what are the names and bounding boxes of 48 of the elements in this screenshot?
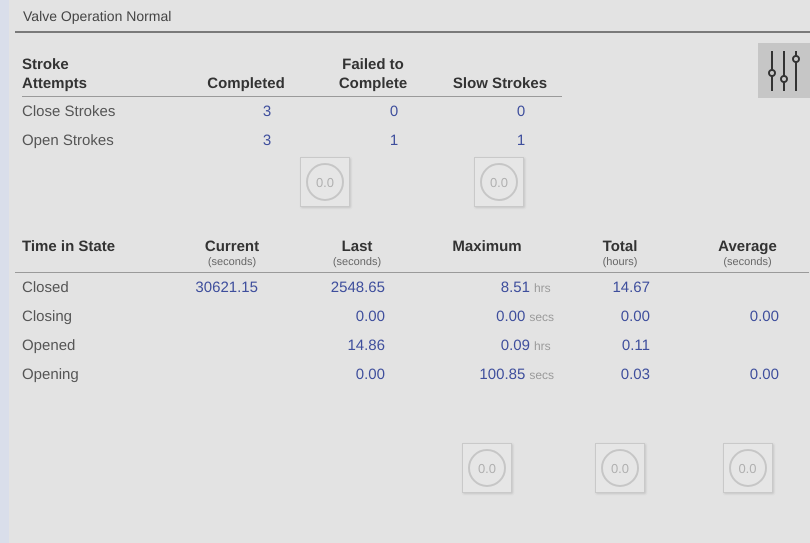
- column-header: Completed: [207, 74, 285, 93]
- table-cell: 100.85: [479, 366, 526, 383]
- table-cell: 30621.15: [195, 279, 258, 296]
- column-unit: (seconds): [723, 256, 772, 268]
- table-cell: 0.00: [496, 308, 526, 325]
- table-cell: 8.51: [500, 279, 530, 296]
- table-cell: 3: [262, 132, 272, 148]
- column-header: Stroke Attempts: [22, 55, 88, 93]
- table-cell: 1: [516, 132, 526, 148]
- table-cell: 3: [262, 102, 272, 120]
- table-cell: 0: [516, 102, 526, 120]
- table-cell: 0.03: [620, 366, 650, 383]
- table-cell: 0.11: [622, 337, 650, 354]
- column-header: Average: [718, 237, 777, 256]
- row-label: Closing: [22, 308, 74, 325]
- unit-label: hrs: [534, 281, 551, 295]
- unit-label: hrs: [534, 339, 551, 353]
- column-header: Slow Strokes: [452, 74, 548, 93]
- sliders-icon: [766, 48, 802, 92]
- row-label: Closed: [22, 279, 70, 296]
- table-cell: 0.00: [356, 366, 385, 383]
- table-cell: 14.86: [347, 337, 385, 354]
- table-cell: 0.00: [750, 308, 779, 325]
- column-header: Failed to Complete: [338, 55, 408, 93]
- column-unit: (hours): [602, 256, 638, 268]
- table-cell: 0.00: [356, 308, 385, 325]
- row-label: Opening: [22, 366, 80, 383]
- table-cell: 0: [390, 102, 398, 120]
- table-cell: 1: [390, 132, 398, 148]
- column-header: Current: [204, 237, 260, 256]
- table-cell: 0.00: [620, 308, 650, 325]
- row-label: Open Strokes: [22, 132, 115, 149]
- row-label: Close Strokes: [22, 103, 116, 120]
- panel-title: Valve Operation Normal: [23, 8, 172, 24]
- column-unit: (seconds): [332, 256, 382, 268]
- table-cell: 2548.65: [330, 279, 385, 296]
- column-unit: (seconds): [208, 256, 256, 268]
- table-cell: 14.67: [612, 279, 650, 296]
- settings-button[interactable]: [758, 43, 810, 98]
- table-cell: 0.09: [500, 337, 530, 354]
- unit-label: secs: [529, 368, 554, 382]
- unit-label: secs: [529, 310, 554, 324]
- column-header: Total: [602, 237, 638, 256]
- column-header: Time in State: [22, 237, 116, 256]
- column-header: Last: [342, 237, 372, 256]
- row-label: Opened: [22, 337, 76, 354]
- table-cell: 0.00: [750, 366, 779, 383]
- column-header: Maximum: [452, 237, 522, 256]
